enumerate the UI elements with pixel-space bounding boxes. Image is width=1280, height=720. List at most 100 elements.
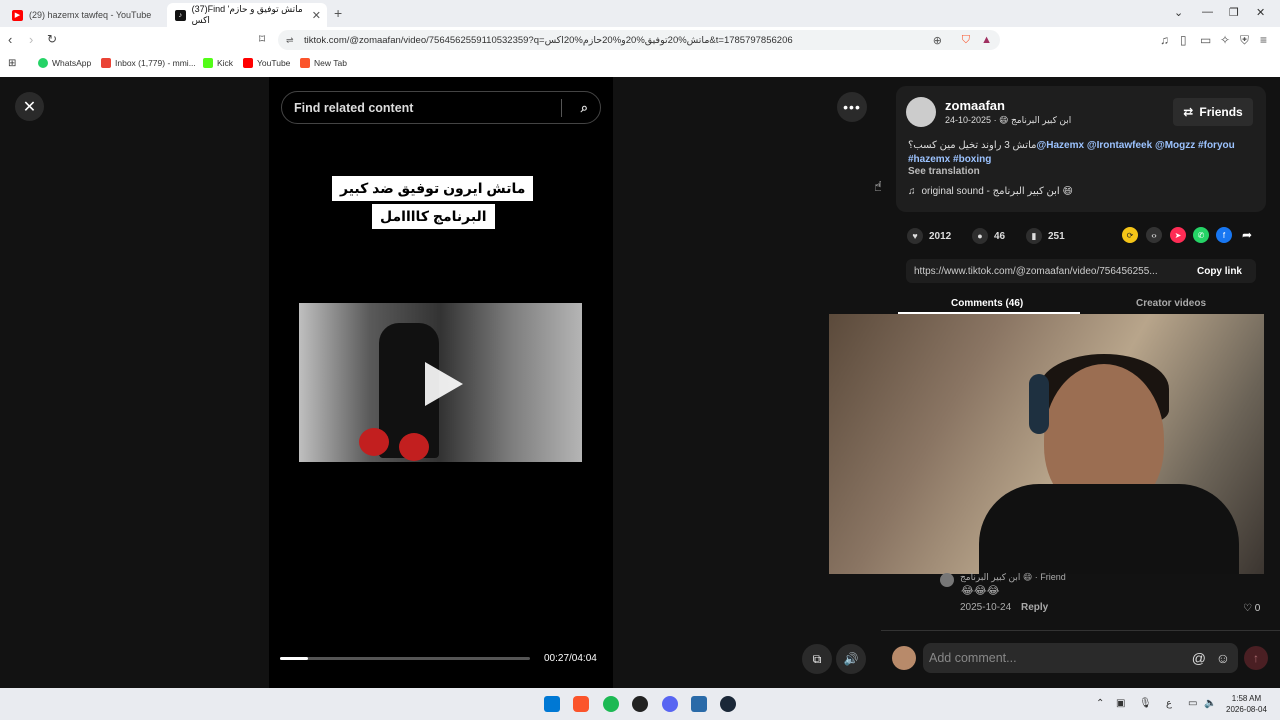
comment-author[interactable]: ابن كبير البرنامج 😄 · Friend [960, 572, 1066, 583]
bookmark-icon: ▮ [1026, 228, 1042, 244]
volume-button[interactable]: 🔊 [836, 644, 866, 674]
reload-icon[interactable]: ↻ [47, 32, 57, 46]
new-tab-button[interactable]: + [334, 5, 342, 21]
app-icon[interactable] [691, 696, 707, 712]
arrow-up-icon: ↑ [1253, 651, 1259, 665]
friends-button[interactable]: ⇄ Friends [1173, 98, 1253, 126]
bookmark-kick[interactable]: Kick [203, 58, 233, 68]
copy-link-button[interactable]: Copy link [1197, 266, 1242, 277]
comment-reply-button[interactable]: Reply [1021, 602, 1048, 613]
system-clock[interactable]: 1:58 AM 2026-08-04 [1226, 693, 1267, 715]
zoom-icon[interactable]: ⊕ [933, 34, 942, 47]
bookmarks-bar: ⊞ WhatsApp Inbox (1,779) - mmi... Kick Y… [0, 54, 1280, 74]
menu-icon[interactable]: ≡ [1260, 33, 1267, 47]
sidebar-icon[interactable]: ▯ [1180, 33, 1187, 47]
search-icon[interactable]: ⌕ [581, 100, 588, 116]
gmail-icon [101, 58, 111, 68]
back-icon[interactable]: ‹ [8, 32, 12, 47]
tab-creator-videos[interactable]: Creator videos [1136, 298, 1206, 309]
comment-avatar[interactable] [940, 573, 954, 587]
username[interactable]: zomaafan [945, 98, 1005, 113]
comment-like-button[interactable]: ♡ 0 [1243, 603, 1260, 614]
apps-icon[interactable]: ⊞ [8, 58, 16, 69]
video-caption-line2: البرنامج كاااامل [372, 204, 495, 229]
close-tab-icon[interactable]: ✕ [312, 9, 321, 22]
minimize-icon[interactable]: — [1202, 6, 1213, 18]
share-icon[interactable]: ➦ [1239, 227, 1255, 243]
comment-date: 2025-10-24 [960, 602, 1012, 613]
facebook-icon[interactable]: f [1216, 227, 1232, 243]
close-window-icon[interactable]: ✕ [1256, 6, 1265, 19]
more-options-button[interactable]: ••• [837, 92, 867, 122]
obs-icon[interactable] [632, 696, 648, 712]
tray-chevron-icon[interactable]: ⌃ [1096, 698, 1104, 709]
progress-fill [280, 657, 308, 660]
media-icon[interactable]: ♫ [1160, 33, 1169, 47]
pip-button[interactable]: ⧉ [802, 644, 832, 674]
speaker-icon[interactable]: 🔈 [1204, 698, 1216, 709]
comment-divider [881, 630, 1280, 631]
language-indicator[interactable]: ع [1166, 698, 1172, 709]
progress-bar[interactable] [280, 657, 530, 660]
url-text: tiktok.com/@zomaafan/video/7564562559110… [304, 34, 793, 46]
comment-button[interactable]: ● 46 [972, 228, 1005, 244]
bookmark-gmail[interactable]: Inbox (1,779) - mmi... [101, 58, 196, 68]
windows-start-icon[interactable] [544, 696, 560, 712]
tab-youtube[interactable]: ▶ (29) hazemx tawfeq - YouTube [4, 3, 164, 27]
add-comment-input[interactable]: Add comment... @ ☺ [923, 643, 1238, 673]
address-bar[interactable]: ⇌ tiktok.com/@zomaafan/video/75645625591… [278, 30, 1000, 50]
bookmark-icon[interactable]: ⌑ [259, 32, 265, 46]
post-description: ماتش 3 راوند تخيل مين كسب؟@Hazemx @Iront… [908, 140, 1235, 165]
steam-icon[interactable] [720, 696, 736, 712]
microphone-icon[interactable]: 🎙 [1139, 698, 1152, 709]
emoji-icon[interactable]: ☺ [1216, 650, 1230, 666]
tray-app-icon[interactable]: ▣ [1116, 698, 1125, 709]
forward-icon[interactable]: › [29, 32, 33, 47]
bookmark-newtab[interactable]: New Tab [300, 58, 347, 68]
ellipsis-icon: ••• [843, 99, 861, 115]
youtube-icon [243, 58, 253, 68]
save-button[interactable]: ▮ 251 [1026, 228, 1065, 244]
brave-icon [300, 58, 310, 68]
whatsapp-icon[interactable]: ✆ [1193, 227, 1209, 243]
send-comment-button[interactable]: ↑ [1244, 646, 1268, 670]
send-icon[interactable]: ➤ [1170, 227, 1186, 243]
brave-taskbar-icon[interactable] [573, 696, 589, 712]
discord-icon[interactable] [662, 696, 678, 712]
sound-link[interactable]: ♫ original sound - ابن كبير البرنامج 😄 [908, 186, 1073, 197]
glove-right [399, 433, 429, 461]
tab-tiktok[interactable]: ♪ (37)Find 'ماتش توفيق و حازم اكس ✕ [167, 3, 327, 27]
embed-icon[interactable]: ‹› [1146, 227, 1162, 243]
avatar[interactable] [906, 97, 936, 127]
search-input[interactable]: Find related content ⌕ [281, 91, 601, 124]
brave-shield-icon[interactable]: ⛉ [962, 34, 970, 47]
wallet-icon[interactable]: ▭ [1200, 33, 1211, 47]
heart-icon: ♥ [907, 228, 923, 244]
leo-icon[interactable]: ✧ [1220, 33, 1230, 47]
music-note-icon: ♫ [908, 186, 916, 197]
site-info-icon[interactable]: ⇌ [286, 35, 294, 46]
like-button[interactable]: ♥ 2012 [907, 228, 951, 244]
network-icon[interactable]: ▭ [1188, 698, 1197, 709]
webcam-overlay [829, 314, 1264, 574]
tab-comments[interactable]: Comments (46) [951, 298, 1023, 309]
tab-title: (29) hazemx tawfeq - YouTube [29, 10, 152, 20]
share-link-field[interactable]: https://www.tiktok.com/@zomaafan/video/7… [906, 259, 1256, 283]
mention-icon[interactable]: @ [1192, 650, 1206, 666]
bookmark-youtube[interactable]: YouTube [243, 58, 290, 68]
play-icon[interactable] [425, 362, 463, 406]
brave-rewards-icon[interactable]: ▲ [981, 34, 992, 46]
my-avatar [892, 646, 916, 670]
video-caption-line1: ماتش ايرون توفيق ضد كبير [332, 176, 534, 201]
webcam-headset [1029, 374, 1049, 434]
tab-search-icon[interactable]: ⌄ [1174, 6, 1183, 19]
bookmark-whatsapp[interactable]: WhatsApp [38, 58, 91, 68]
spotify-icon[interactable] [603, 696, 619, 712]
glove-left [359, 428, 389, 456]
see-translation-link[interactable]: See translation [908, 166, 980, 177]
vpn-icon[interactable]: ⛨ [1240, 33, 1249, 48]
repost-icon[interactable]: ⟳ [1122, 227, 1138, 243]
close-video-button[interactable]: ✕ [15, 92, 44, 121]
maximize-icon[interactable]: ❐ [1229, 6, 1239, 19]
youtube-icon: ▶ [12, 9, 23, 21]
